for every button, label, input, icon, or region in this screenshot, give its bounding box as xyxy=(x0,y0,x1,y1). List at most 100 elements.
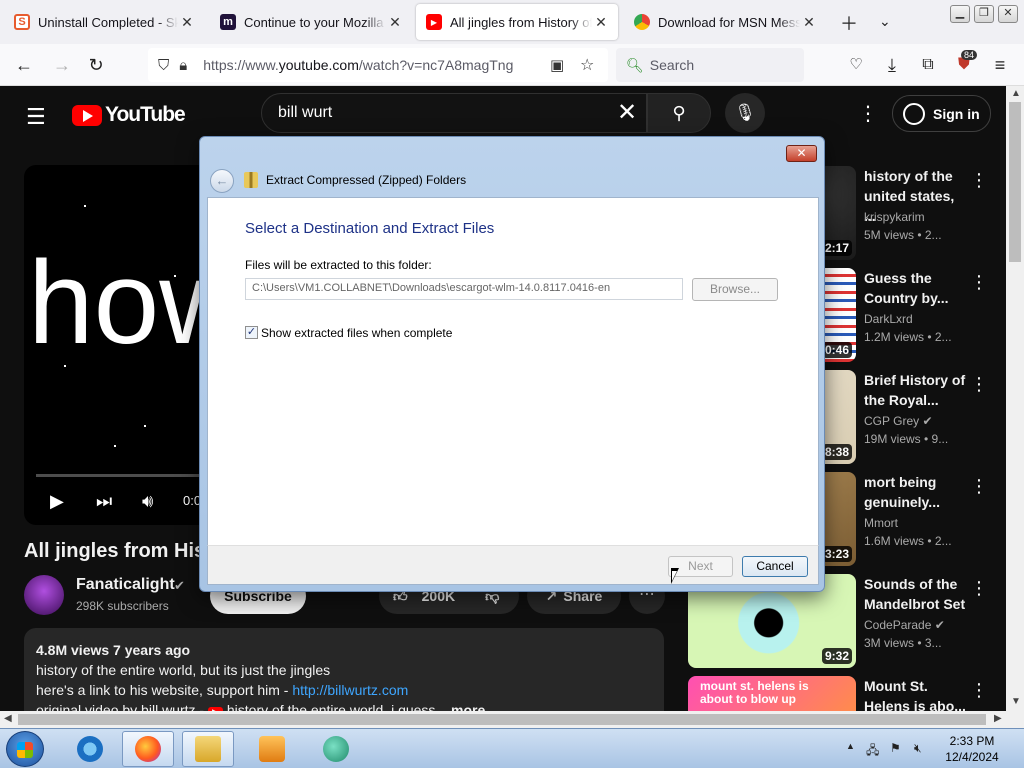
tab-msn-download[interactable]: Download for MSN Messenger ✕ xyxy=(624,4,826,40)
reload-icon[interactable]: ↻ xyxy=(84,53,108,77)
url-text[interactable]: https://www.youtube.com/watch?v=nc7A8mag… xyxy=(203,57,513,73)
tab-title: Download for MSN Messenger xyxy=(658,14,800,30)
extract-zip-dialog: ✕ ← Extract Compressed (Zipped) Folders … xyxy=(199,136,825,592)
channel-avatar[interactable] xyxy=(24,575,64,615)
chrome-favicon-icon xyxy=(634,14,650,30)
video-link[interactable]: history of the entire world, i guess xyxy=(227,702,436,711)
description-line: history of the entire world, but its jus… xyxy=(36,662,331,678)
video-description[interactable]: 4.8M views 7 years ago history of the en… xyxy=(24,628,664,711)
extensions-puzzle-icon[interactable]: ⧉ xyxy=(916,53,940,77)
recommendation-channel[interactable]: Mmort xyxy=(864,516,898,530)
video-thumbnail[interactable]: mount st. helens is about to blow up xyxy=(688,676,856,711)
scroll-right-arrow-icon[interactable]: ▶ xyxy=(994,713,1002,724)
back-arrow-icon[interactable]: ← xyxy=(12,53,36,77)
shield-icon[interactable]: ⛉ xyxy=(158,57,169,74)
network-icon[interactable]: 🖧︎ xyxy=(866,741,879,762)
new-tab-plus-icon[interactable]: ＋ xyxy=(840,10,858,36)
clear-search-icon[interactable]: ✕ xyxy=(617,101,637,125)
system-clock[interactable]: 2:33 PM 12/4/2024 xyxy=(940,733,1004,765)
recommendation-channel[interactable]: krispykarim xyxy=(864,210,925,224)
recommendation-channel[interactable]: DarkLxrd xyxy=(864,312,913,326)
recommendation-channel[interactable]: CodeParade ✔ xyxy=(864,618,945,632)
tab-close-icon[interactable]: ✕ xyxy=(592,14,610,31)
recommendation-channel[interactable]: CGP Grey ✔ xyxy=(864,414,933,428)
recommendation-title[interactable]: mort being genuinely... xyxy=(864,472,968,512)
more-options-icon[interactable]: ⋮ xyxy=(970,578,988,599)
taskbar-messenger[interactable] xyxy=(310,731,362,767)
channel-name[interactable]: Fanaticalight xyxy=(76,576,175,594)
verified-check-icon: ✔ xyxy=(174,578,185,593)
description-line: original video by bill wurtz - ▶history … xyxy=(36,700,652,711)
scroll-down-arrow-icon[interactable]: ▼ xyxy=(1011,696,1021,707)
description-text: here's a link to his website, support hi… xyxy=(36,682,293,698)
tab-close-icon[interactable]: ✕ xyxy=(800,14,818,31)
reader-view-icon[interactable]: ▣ xyxy=(550,56,564,74)
youtube-search-input[interactable]: bill wurt xyxy=(261,93,647,133)
tray-overflow-arrow-icon[interactable]: ▲ xyxy=(846,741,855,751)
tab-mozilla-account[interactable]: m Continue to your Mozilla account ✕ xyxy=(210,4,412,40)
taskbar-media-player[interactable] xyxy=(246,731,298,767)
guide-menu-icon[interactable]: ☰ xyxy=(26,104,46,130)
taskbar-firefox[interactable] xyxy=(122,731,174,767)
show-files-label[interactable]: Show extracted files when complete xyxy=(261,326,452,340)
play-icon[interactable]: ▶ xyxy=(50,491,64,512)
voice-search-mic-icon[interactable]: 🎙︎ xyxy=(725,93,765,133)
browse-button[interactable]: Browse... xyxy=(692,278,778,301)
destination-path-field[interactable]: C:\Users\VM1.COLLABNET\Downloads\escargo… xyxy=(245,278,683,300)
recommendation-title[interactable]: Brief History of the Royal... xyxy=(864,370,968,410)
mouse-cursor-fill xyxy=(672,571,677,581)
show-files-checkbox[interactable]: ✓ xyxy=(245,326,258,339)
downloads-icon[interactable]: ⤓ xyxy=(880,53,904,77)
action-center-flag-icon[interactable]: ⚑ xyxy=(890,741,901,755)
cancel-button[interactable]: Cancel xyxy=(742,556,808,577)
next-video-icon[interactable]: ⏭ xyxy=(96,491,112,512)
windows-taskbar: ▲ 🖧︎ ⚑ 🔇︎ 2:33 PM 12/4/2024 xyxy=(0,728,1024,768)
window-close-button[interactable]: ✕ xyxy=(998,5,1018,23)
recommendation-title[interactable]: Sounds of the Mandelbrot Set xyxy=(864,574,968,614)
horizontal-scrollbar[interactable]: ◀ ▶ xyxy=(0,711,1024,728)
recommendation-item[interactable]: mount st. helens is about to blow up Mou… xyxy=(688,676,998,711)
more-options-icon[interactable]: ⋮ xyxy=(970,476,988,497)
recommendation-title[interactable]: Mount St. Helens is abo... xyxy=(864,676,968,711)
forward-arrow-icon[interactable]: → xyxy=(50,53,74,77)
website-link[interactable]: http://billwurtz.com xyxy=(292,682,408,698)
tab-uninstall-completed[interactable]: S Uninstall Completed - SkinPack ✕ xyxy=(4,4,204,40)
taskbar-file-explorer[interactable] xyxy=(182,731,234,767)
hamburger-menu-icon[interactable]: ≡ xyxy=(988,53,1012,77)
sign-in-button[interactable]: Sign in xyxy=(892,95,991,132)
volume-icon[interactable]: 🔊︎ xyxy=(142,491,153,512)
address-bar[interactable]: ⛉ 🔒︎ https://www.youtube.com/watch?v=nc7… xyxy=(148,48,608,82)
show-more-link[interactable]: ...more xyxy=(439,702,485,711)
more-options-icon[interactable]: ⋮ xyxy=(970,272,988,293)
scrollbar-thumb[interactable] xyxy=(1009,102,1021,262)
pocket-icon[interactable]: ♡ xyxy=(844,53,868,77)
account-avatar-icon xyxy=(903,102,925,125)
recommendation-title[interactable]: Guess the Country by... xyxy=(864,268,968,308)
tab-close-icon[interactable]: ✕ xyxy=(178,14,196,31)
settings-more-icon[interactable]: ⋮ xyxy=(858,101,878,126)
volume-muted-icon[interactable]: 🔇︎ xyxy=(914,741,922,756)
duration-badge: 8:38 xyxy=(821,444,852,460)
youtube-logo[interactable]: YouTube xyxy=(72,103,186,127)
window-restore-button[interactable]: ❐ xyxy=(974,5,994,23)
start-button[interactable] xyxy=(6,731,44,767)
more-options-icon[interactable]: ⋮ xyxy=(970,374,988,395)
messenger-icon xyxy=(323,736,349,762)
list-all-tabs-chevron-icon[interactable]: ⌄ xyxy=(879,13,891,30)
more-options-icon[interactable]: ⋮ xyxy=(970,680,988,701)
youtube-search-button[interactable]: ⚲ xyxy=(647,93,711,133)
bookmark-star-icon[interactable]: ☆ xyxy=(580,55,594,75)
scroll-left-arrow-icon[interactable]: ◀ xyxy=(4,713,12,724)
web-search-input[interactable]: 🔍︎ Search xyxy=(616,48,804,82)
dialog-close-button[interactable]: ✕ xyxy=(786,145,817,162)
more-options-icon[interactable]: ⋮ xyxy=(970,170,988,191)
window-minimize-button[interactable]: ▁ xyxy=(950,5,970,23)
scrollbar-thumb[interactable] xyxy=(18,714,986,725)
lock-icon[interactable]: 🔒︎ xyxy=(179,57,187,74)
tab-youtube-active[interactable]: ▶ All jingles from History of the Entire… xyxy=(416,4,618,40)
scroll-up-arrow-icon[interactable]: ▲ xyxy=(1011,88,1021,99)
vertical-scrollbar[interactable]: ▲ ▼ xyxy=(1006,86,1024,711)
taskbar-internet-explorer[interactable] xyxy=(64,731,116,767)
tab-close-icon[interactable]: ✕ xyxy=(386,14,404,31)
back-arrow-icon[interactable]: ← xyxy=(210,169,234,193)
